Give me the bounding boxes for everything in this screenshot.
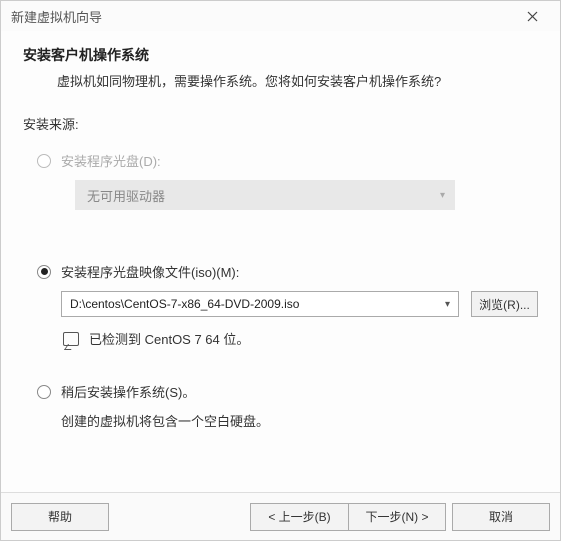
info-icon: [63, 332, 79, 346]
help-button[interactable]: 帮助: [11, 503, 109, 531]
radio-icon: [37, 385, 51, 399]
detected-os-text: 已检测到 CentOS 7 64 位。: [89, 329, 249, 348]
browse-button[interactable]: 浏览(R)...: [471, 291, 538, 317]
radio-icon: [37, 154, 51, 168]
nav-button-group: < 上一步(B) 下一步(N) >: [250, 503, 446, 531]
detected-os-row: 已检测到 CentOS 7 64 位。: [63, 329, 538, 348]
disc-drive-dropdown: 无可用驱动器 ▾: [75, 180, 455, 210]
window-title: 新建虚拟机向导: [11, 7, 102, 26]
radio-installer-disc[interactable]: 安装程序光盘(D):: [37, 151, 538, 170]
close-icon[interactable]: [512, 2, 552, 30]
chevron-down-icon: ▾: [445, 299, 450, 310]
install-later-hint: 创建的虚拟机将包含一个空白硬盘。: [61, 411, 538, 430]
dropdown-value: 无可用驱动器: [87, 186, 165, 205]
radio-install-later[interactable]: 稍后安装操作系统(S)。: [37, 382, 538, 401]
page-subtitle: 虚拟机如同物理机，需要操作系统。您将如何安装客户机操作系统?: [57, 71, 538, 90]
iso-path-value: D:\centos\CentOS-7-x86_64-DVD-2009.iso: [70, 297, 299, 311]
wizard-header: 安装客户机操作系统 虚拟机如同物理机，需要操作系统。您将如何安装客户机操作系统?: [1, 31, 560, 94]
titlebar: 新建虚拟机向导: [1, 1, 560, 31]
page-title: 安装客户机操作系统: [23, 45, 538, 65]
radio-iso-image[interactable]: 安装程序光盘映像文件(iso)(M):: [37, 262, 538, 281]
radio-icon: [37, 265, 51, 279]
source-label: 安装来源:: [23, 114, 538, 133]
wizard-footer: 帮助 < 上一步(B) 下一步(N) > 取消: [1, 492, 560, 540]
option-install-later: 稍后安装操作系统(S)。 创建的虚拟机将包含一个空白硬盘。: [37, 382, 538, 430]
wizard-body: 安装来源: 安装程序光盘(D): 无可用驱动器 ▾ 安装程序光盘映像文件(iso…: [1, 94, 560, 492]
cancel-button[interactable]: 取消: [452, 503, 550, 531]
chevron-down-icon: ▾: [440, 190, 445, 201]
option-label: 稍后安装操作系统(S)。: [61, 382, 195, 401]
wizard-window: 新建虚拟机向导 安装客户机操作系统 虚拟机如同物理机，需要操作系统。您将如何安装…: [0, 0, 561, 541]
option-label: 安装程序光盘映像文件(iso)(M):: [61, 262, 239, 281]
next-button[interactable]: 下一步(N) >: [348, 503, 446, 531]
back-button[interactable]: < 上一步(B): [250, 503, 348, 531]
option-installer-disc: 安装程序光盘(D): 无可用驱动器 ▾: [37, 151, 538, 210]
option-label: 安装程序光盘(D):: [61, 151, 161, 170]
iso-path-combo[interactable]: D:\centos\CentOS-7-x86_64-DVD-2009.iso ▾: [61, 291, 459, 317]
option-iso-image: 安装程序光盘映像文件(iso)(M): D:\centos\CentOS-7-x…: [37, 262, 538, 348]
